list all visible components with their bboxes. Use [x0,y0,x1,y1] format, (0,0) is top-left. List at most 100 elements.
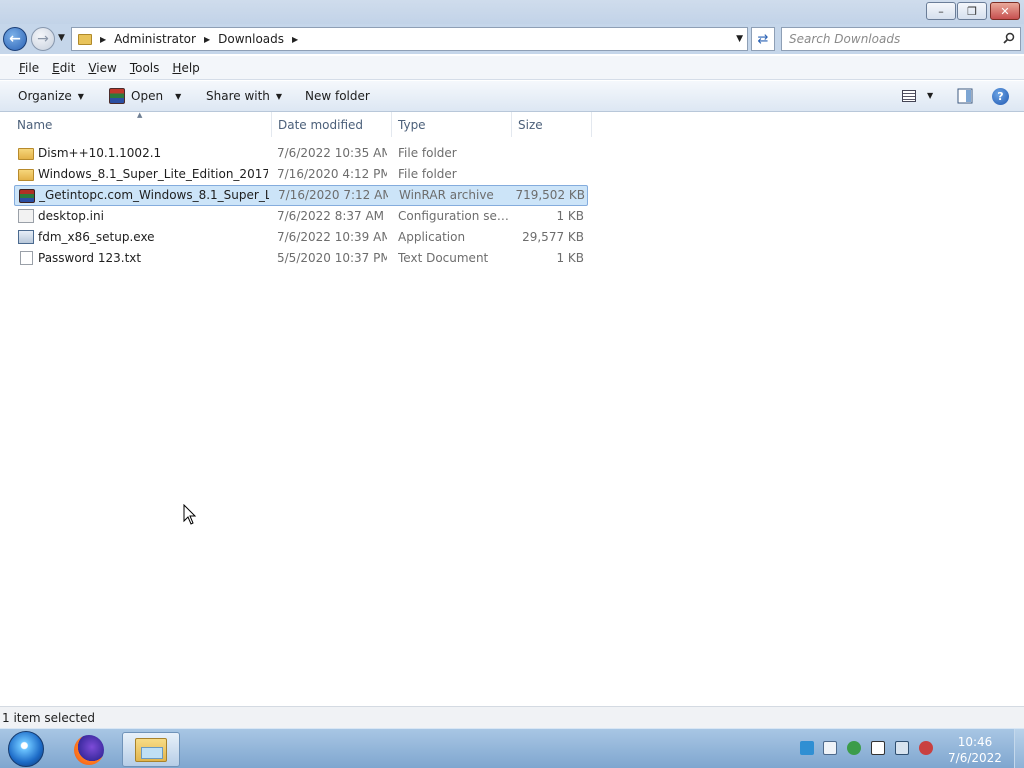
folder-icon [78,33,92,45]
refresh-icon: ⇄ [757,31,769,47]
text-document-icon [20,251,33,265]
chevron-down-icon[interactable]: ▼ [175,92,181,101]
back-button[interactable]: ← [3,27,27,51]
file-name: desktop.ini [38,209,104,223]
winrar-archive-icon [19,189,35,203]
file-row[interactable]: fdm_x86_setup.exe 7/6/2022 10:39 AM Appl… [14,227,588,248]
file-name: Dism++10.1.1002.1 [38,146,162,160]
column-header-date-modified[interactable]: Date modified [278,112,392,137]
recent-pages-dropdown[interactable]: ▼ [58,33,65,43]
menu-edit[interactable]: Edit [52,61,75,75]
document-tray-icon[interactable] [823,741,837,755]
change-view-icon[interactable] [902,90,916,102]
help-icon[interactable]: ? [992,88,1009,105]
forward-arrow-icon: → [37,31,49,47]
column-header-name[interactable]: Name [17,112,272,137]
network-tray-icon[interactable] [895,741,909,755]
application-icon [18,230,34,244]
chevron-down-icon: ▼ [275,91,283,101]
file-type: Text Document [398,251,489,265]
close-button[interactable]: ✕ [990,2,1020,20]
open-button[interactable]: Open ▼ [109,88,181,104]
start-button[interactable] [8,731,44,767]
sync-tray-icon[interactable] [800,741,814,755]
menu-help[interactable]: Help [172,61,199,75]
search-icon[interactable] [1003,32,1015,44]
status-bar: 1 item selected [0,706,1024,728]
address-dropdown-icon[interactable]: ▼ [736,34,743,44]
status-text: 1 item selected [2,711,96,725]
menu-tools[interactable]: Tools [130,61,160,75]
chevron-down-icon: ▼ [77,91,84,101]
column-header-type[interactable]: Type [398,112,512,137]
taskbar: 10:46 7/6/2022 [0,728,1024,768]
organize-button[interactable]: Organize ▼ [18,89,84,103]
breadcrumb-separator-icon[interactable]: ▶ [100,35,106,44]
chevron-down-icon[interactable]: ▼ [927,91,933,100]
file-row[interactable]: Dism++10.1.1002.1 7/6/2022 10:35 AM File… [14,143,588,164]
folder-icon [18,169,34,181]
show-desktop-button[interactable] [1014,729,1024,768]
organize-label: Organize [18,89,72,103]
open-label: Open [131,89,164,103]
column-header-size[interactable]: Size [518,112,592,137]
share-with-label: Share with [206,89,270,103]
forward-button[interactable]: → [31,27,55,51]
file-name: _Getintopc.com_Windows_8.1_Super_Lite... [39,188,269,202]
preview-pane-icon[interactable] [957,88,973,104]
sort-ascending-icon: ▲ [137,111,143,119]
refresh-button[interactable]: ⇄ [751,27,775,51]
file-size: 1 KB [556,251,584,265]
maximize-button[interactable]: ❐ [957,2,987,20]
file-row[interactable]: desktop.ini 7/6/2022 8:37 AM Configurati… [14,206,588,227]
file-date: 7/6/2022 8:37 AM [277,209,385,223]
title-bar: – ❐ ✕ [0,0,1024,24]
search-input[interactable] [782,28,992,50]
back-arrow-icon: ← [9,31,21,47]
file-size: 719,502 KB [515,188,585,202]
file-date: 5/5/2020 10:37 PM [277,251,387,265]
taskbar-firefox[interactable] [60,732,118,767]
file-type: Configuration sett... [398,209,510,223]
clock-time: 10:46 [957,735,993,749]
firefox-icon [74,734,104,765]
file-type: WinRAR archive [399,188,494,202]
file-size: 29,577 KB [522,230,584,244]
file-name: fdm_x86_setup.exe [38,230,155,244]
file-row[interactable]: Windows_8.1_Super_Lite_Edition_2017 7/16… [14,164,588,185]
taskbar-windows-explorer[interactable] [122,732,180,767]
breadcrumb-separator-icon[interactable]: ▶ [292,35,298,44]
volume-muted-icon[interactable] [919,741,933,755]
file-name: Password 123.txt [38,251,142,265]
address-bar[interactable]: ▶ Administrator ▶ Downloads ▶ ▼ [71,27,748,51]
file-row[interactable]: Password 123.txt 5/5/2020 10:37 PM Text … [14,248,588,269]
clock-date: 7/6/2022 [948,751,1002,765]
menu-view[interactable]: View [88,61,116,75]
windows-explorer-icon [135,737,167,762]
security-tray-icon[interactable] [847,741,861,755]
file-type: File folder [398,167,457,181]
mouse-cursor-icon [183,504,197,525]
file-name: Windows_8.1_Super_Lite_Edition_2017 [38,167,268,181]
minimize-button[interactable]: – [926,2,956,20]
menu-file[interactable]: File [19,61,39,75]
file-date: 7/16/2020 7:12 AM [278,188,388,202]
search-box[interactable] [781,27,1021,51]
new-folder-label: New folder [305,89,370,103]
file-type: File folder [398,146,457,160]
new-folder-button[interactable]: New folder [305,89,370,103]
file-date: 7/6/2022 10:35 AM [277,146,387,160]
file-row-selected[interactable]: _Getintopc.com_Windows_8.1_Super_Lite...… [14,185,588,206]
breadcrumb-downloads[interactable]: Downloads [218,32,284,46]
file-date: 7/6/2022 10:39 AM [277,230,387,244]
command-bar: Organize ▼ Open ▼ Share with ▼ New folde… [0,81,1024,112]
share-with-button[interactable]: Share with ▼ [206,89,282,103]
action-center-flag-icon[interactable] [871,741,885,755]
navigation-bar: ← → ▼ ▶ Administrator ▶ Downloads ▶ ▼ ⇄ [0,24,1024,54]
file-type: Application [398,230,466,244]
system-clock[interactable]: 10:46 7/6/2022 [940,734,1010,766]
folder-icon [18,148,34,160]
breadcrumb-administrator[interactable]: Administrator [114,32,196,46]
winrar-icon [109,88,125,104]
breadcrumb-separator-icon[interactable]: ▶ [204,35,210,44]
